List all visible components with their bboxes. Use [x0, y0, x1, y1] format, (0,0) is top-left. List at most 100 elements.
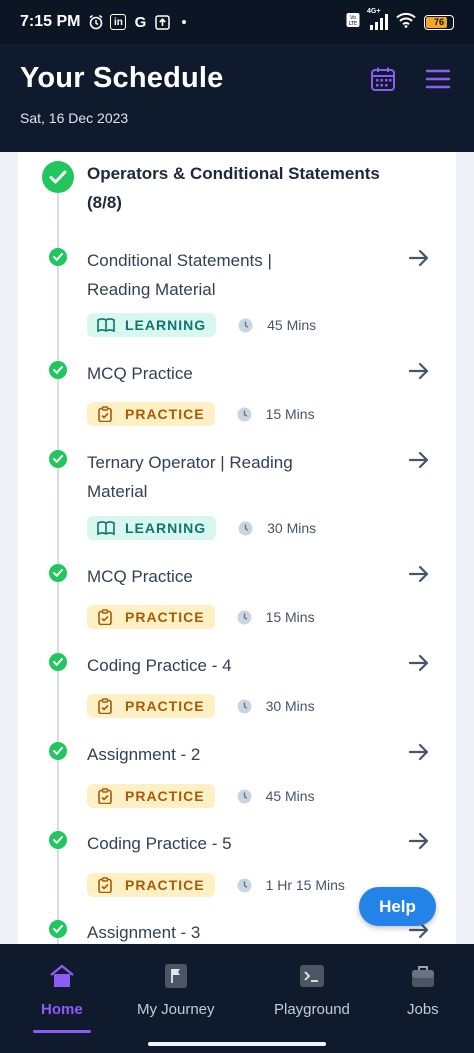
clock-icon: [237, 699, 252, 714]
item-title: Assignment - 2: [87, 745, 201, 764]
book-icon: [97, 317, 115, 333]
item-duration: 30 Mins: [267, 520, 317, 536]
item-meta: LEARNING 30 Mins: [87, 516, 316, 540]
app-header: Your Schedule Sat, 16 Dec 2023: [0, 44, 474, 152]
check-icon: [49, 564, 67, 582]
group-check-icon: [42, 161, 74, 193]
help-button[interactable]: Help: [359, 887, 436, 926]
item-meta: LEARNING 45 Mins: [87, 313, 316, 337]
clipboard-check-icon: [97, 609, 115, 625]
briefcase-icon: [409, 962, 437, 990]
item-meta: PRACTICE 15 Mins: [87, 605, 315, 629]
nav-item-playground[interactable]: Playground: [274, 962, 350, 1018]
google-icon: G: [134, 13, 147, 31]
status-bar: 7:15 PM in G Vo LTE 4G+ 76: [0, 0, 474, 44]
item-meta: PRACTICE 30 Mins: [87, 694, 315, 718]
arrow-right-icon[interactable]: [408, 742, 434, 764]
schedule-content[interactable]: Operators & Conditional Statements (8/8)…: [0, 152, 474, 944]
nav-label-jobs: Jobs: [407, 1001, 439, 1018]
item-duration: 15 Mins: [265, 609, 315, 625]
item-duration: 30 Mins: [265, 698, 315, 714]
practice-badge: PRACTICE: [87, 694, 215, 718]
status-time: 7:15 PM: [20, 13, 81, 30]
calendar-icon[interactable]: [370, 66, 396, 92]
item-title: Conditional Statements | Reading Materia…: [87, 251, 272, 299]
group-title: Operators & Conditional Statements (8/8): [87, 164, 380, 212]
nav-label-home: Home: [41, 1001, 83, 1018]
badge-label: PRACTICE: [125, 609, 205, 625]
arrow-right-icon[interactable]: [408, 564, 434, 586]
page-date: Sat, 16 Dec 2023: [20, 110, 129, 126]
clock-icon: [237, 610, 252, 625]
arrow-right-icon[interactable]: [408, 653, 434, 675]
clipboard-check-icon: [97, 698, 115, 714]
badge-label: LEARNING: [125, 520, 207, 536]
arrow-right-icon[interactable]: [408, 361, 434, 383]
arrow-right-icon[interactable]: [408, 831, 434, 853]
badge-label: PRACTICE: [125, 406, 205, 422]
menu-icon[interactable]: [425, 68, 451, 90]
status-icons-left: in G: [88, 13, 192, 31]
bottom-nav: Home My Journey Playground Jobs: [0, 944, 474, 1053]
check-icon: [49, 450, 67, 468]
clock-icon: [237, 789, 252, 804]
status-icons-right: Vo LTE 4G+ 76: [346, 8, 454, 33]
flag-icon: [162, 962, 190, 990]
clipboard-check-icon: [97, 406, 115, 422]
clock-icon: [237, 878, 252, 893]
practice-badge: PRACTICE: [87, 402, 215, 426]
item-title: Coding Practice - 5: [87, 834, 232, 853]
item-title: MCQ Practice: [87, 364, 193, 383]
learning-badge: LEARNING: [87, 516, 217, 540]
check-icon: [49, 361, 67, 379]
item-duration: 45 Mins: [267, 317, 317, 333]
clock-icon: [238, 521, 253, 536]
linkedin-icon: in: [110, 14, 127, 30]
nav-item-jobs[interactable]: Jobs: [407, 962, 439, 1018]
signal-icon: 4G+: [367, 8, 388, 30]
item-meta: PRACTICE 45 Mins: [87, 784, 315, 808]
badge-label: PRACTICE: [125, 788, 205, 804]
nav-label-my-journey: My Journey: [137, 1001, 215, 1018]
battery-level: 76: [433, 17, 444, 27]
badge-label: LEARNING: [125, 317, 207, 333]
network-type: 4G+: [367, 8, 381, 15]
check-icon: [49, 831, 67, 849]
check-icon: [49, 742, 67, 760]
learning-badge: LEARNING: [87, 313, 217, 337]
nav-item-home[interactable]: Home: [41, 962, 83, 1018]
item-duration: 45 Mins: [265, 788, 315, 804]
clock-icon: [237, 407, 252, 422]
nav-item-my-journey[interactable]: My Journey: [137, 962, 215, 1018]
svg-text:LTE: LTE: [349, 21, 357, 27]
timeline-line: [57, 182, 59, 944]
badge-label: PRACTICE: [125, 698, 205, 714]
active-tab-indicator: [33, 1030, 91, 1033]
clock-icon: [238, 318, 253, 333]
item-title: MCQ Practice: [87, 567, 193, 586]
clipboard-check-icon: [97, 877, 115, 893]
battery-icon: 76: [424, 14, 454, 30]
arrow-right-icon[interactable]: [408, 248, 434, 270]
volte-icon: Vo LTE: [346, 12, 360, 33]
item-title: Coding Practice - 4: [87, 656, 232, 675]
check-icon: [49, 248, 67, 266]
practice-badge: PRACTICE: [87, 784, 215, 808]
check-icon: [49, 920, 67, 938]
gesture-home-bar[interactable]: [148, 1042, 326, 1046]
clipboard-check-icon: [97, 788, 115, 804]
practice-badge: PRACTICE: [87, 873, 215, 897]
badge-label: PRACTICE: [125, 877, 205, 893]
home-icon: [48, 962, 76, 990]
item-meta: PRACTICE 15 Mins: [87, 402, 315, 426]
arrow-right-icon[interactable]: [408, 450, 434, 472]
schedule-card: Operators & Conditional Statements (8/8)…: [18, 152, 456, 944]
nav-label-playground: Playground: [274, 1001, 350, 1018]
item-duration: 1 Hr 15 Mins: [265, 877, 345, 893]
wifi-icon: [396, 12, 416, 33]
item-duration: 15 Mins: [265, 406, 315, 422]
check-icon: [49, 653, 67, 671]
alarm-icon: [88, 14, 104, 30]
page-title: Your Schedule: [20, 62, 224, 94]
upload-icon: [154, 14, 170, 30]
